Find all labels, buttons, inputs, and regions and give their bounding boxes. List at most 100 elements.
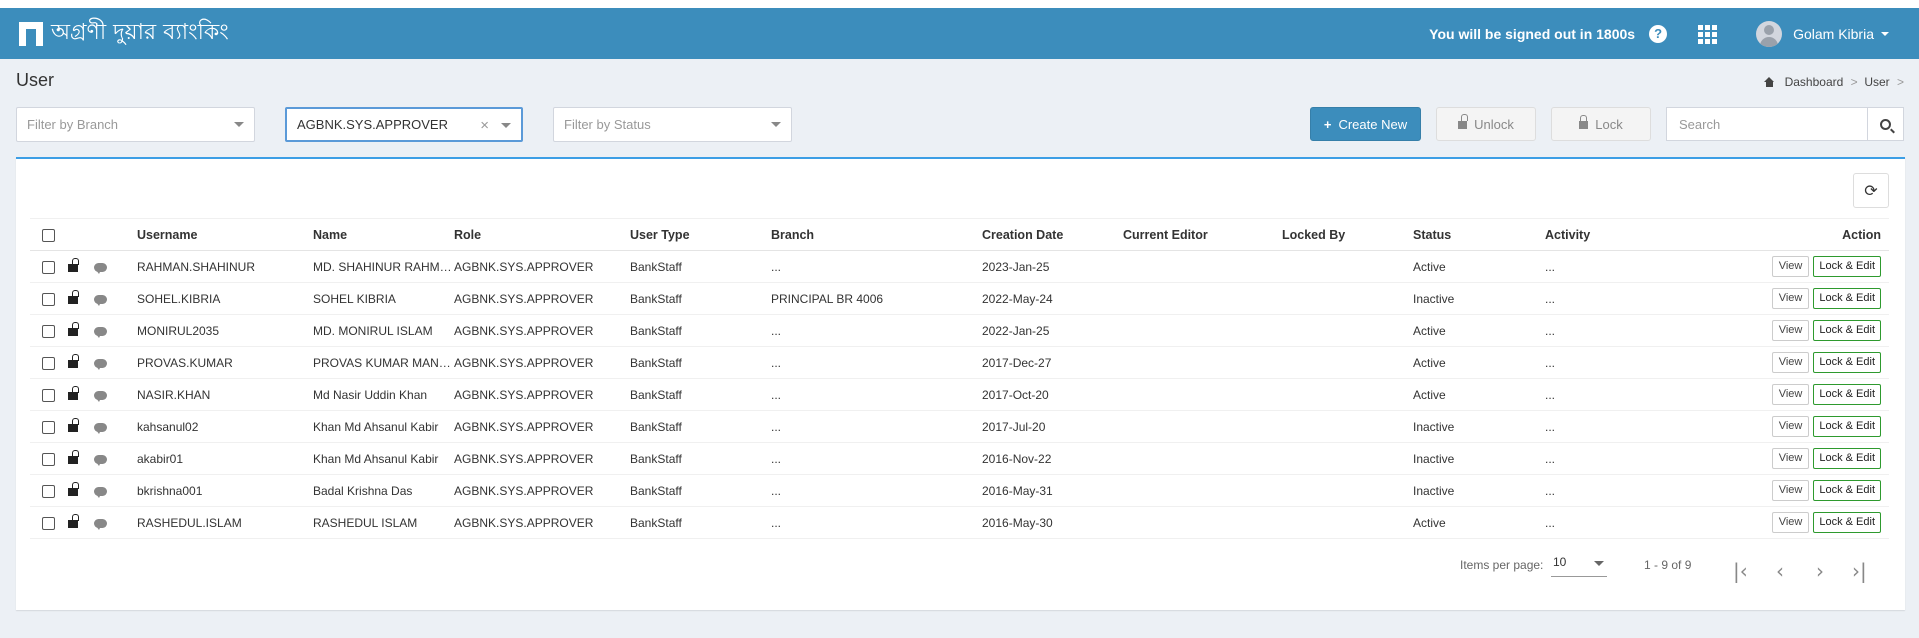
lock-edit-button[interactable]: Lock & Edit — [1813, 416, 1881, 437]
col-current-editor[interactable]: Current Editor — [1123, 218, 1282, 251]
row-checkbox[interactable] — [42, 356, 55, 370]
table-row: SOHEL.KIBRIA SOHEL KIBRIA AGBNK.SYS.APPROV… — [30, 282, 1889, 315]
col-user-type[interactable]: User Type — [630, 218, 771, 251]
unlock-icon[interactable] — [68, 450, 79, 465]
lock-edit-button[interactable]: Lock & Edit — [1813, 384, 1881, 405]
comment-icon[interactable] — [94, 518, 107, 530]
breadcrumb-dashboard[interactable]: Dashboard — [1785, 75, 1844, 89]
refresh-button[interactable]: ⟳ — [1853, 173, 1889, 208]
row-checkbox[interactable] — [42, 292, 55, 306]
row-checkbox[interactable] — [42, 324, 55, 338]
last-page-icon[interactable]: ›| — [1852, 561, 1867, 581]
breadcrumb-separator: > — [1847, 75, 1865, 89]
table-row: RASHEDUL.ISLAM RASHEDUL ISLAM AGBNK.SYS.AP… — [30, 506, 1889, 539]
comment-icon[interactable] — [94, 422, 107, 434]
branch-filter-placeholder: Filter by Branch — [27, 117, 119, 132]
row-checkbox[interactable] — [42, 260, 55, 274]
lock-edit-button[interactable]: Lock & Edit — [1813, 320, 1881, 341]
create-new-button[interactable]: + Create New — [1310, 107, 1421, 141]
cell-branch: ... — [771, 410, 982, 443]
col-activity[interactable]: Activity — [1545, 218, 1728, 251]
view-button[interactable]: View — [1771, 480, 1810, 501]
next-page-icon[interactable]: › — [1816, 561, 1824, 581]
col-role[interactable]: Role — [454, 218, 630, 251]
avatar — [1756, 20, 1783, 47]
page-title: User — [16, 70, 55, 90]
user-menu[interactable]: Golam Kibria — [1756, 20, 1889, 47]
lock-edit-button[interactable]: Lock & Edit — [1813, 256, 1881, 277]
col-creation-date[interactable]: Creation Date — [982, 218, 1123, 251]
help-icon[interactable]: ? — [1649, 24, 1668, 43]
cell-role: AGBNK.SYS.APPROVER — [454, 410, 630, 443]
comment-icon[interactable] — [94, 486, 107, 498]
unlock-icon[interactable] — [68, 322, 79, 337]
view-button[interactable]: View — [1771, 512, 1810, 533]
view-button[interactable]: View — [1771, 352, 1810, 373]
clear-icon[interactable]: × — [480, 117, 489, 134]
row-checkbox[interactable] — [42, 452, 55, 466]
cell-current-editor — [1123, 474, 1282, 507]
brand-name: অগ্রণী দুয়ার ব্যাংকিং — [51, 20, 229, 45]
cell-activity: ... — [1545, 410, 1728, 443]
cell-branch: ... — [771, 442, 982, 475]
role-filter-select[interactable]: AGBNK.SYS.APPROVER × — [285, 107, 523, 142]
lock-edit-button[interactable]: Lock & Edit — [1813, 352, 1881, 373]
cell-creation-date: 2016-May-31 — [982, 474, 1123, 507]
comment-icon[interactable] — [94, 454, 107, 466]
view-button[interactable]: View — [1771, 256, 1810, 277]
view-button[interactable]: View — [1771, 384, 1810, 405]
comment-icon[interactable] — [94, 390, 107, 402]
view-button[interactable]: View — [1771, 416, 1810, 437]
search-input[interactable] — [1667, 108, 1867, 140]
first-page-icon[interactable]: |‹ — [1733, 561, 1748, 581]
items-per-page-select[interactable]: 10 — [1551, 555, 1607, 577]
col-branch[interactable]: Branch — [771, 218, 982, 251]
table-row: bkrishna001 Badal Krishna Das AGBNK.SYS.AP… — [30, 474, 1889, 507]
lock-button[interactable]: Lock — [1551, 107, 1651, 141]
col-username[interactable]: Username — [137, 218, 313, 251]
comment-icon[interactable] — [94, 358, 107, 370]
row-checkbox[interactable] — [42, 484, 55, 498]
row-checkbox[interactable] — [42, 420, 55, 434]
unlock-button[interactable]: Unlock — [1436, 107, 1536, 141]
unlock-icon[interactable] — [68, 386, 79, 401]
status-filter-select[interactable]: Filter by Status — [553, 107, 792, 142]
prev-page-icon[interactable]: ‹ — [1776, 561, 1784, 581]
cell-creation-date: 2017-Oct-20 — [982, 378, 1123, 411]
unlock-icon[interactable] — [68, 354, 79, 369]
comment-icon[interactable] — [94, 262, 107, 274]
view-button[interactable]: View — [1771, 448, 1810, 469]
col-status[interactable]: Status — [1413, 218, 1545, 251]
apps-grid-icon[interactable] — [1698, 24, 1718, 44]
lock-edit-button[interactable]: Lock & Edit — [1813, 512, 1881, 533]
cell-name: Md Nasir Uddin Khan — [313, 378, 454, 411]
col-locked-by[interactable]: Locked By — [1282, 218, 1413, 251]
view-button[interactable]: View — [1771, 320, 1810, 341]
unlock-icon[interactable] — [68, 418, 79, 433]
view-button[interactable]: View — [1771, 288, 1810, 309]
comment-icon[interactable] — [94, 326, 107, 338]
brand[interactable]: অগ্রণী দুয়ার ব্যাংকিং — [19, 15, 229, 52]
breadcrumb-separator: > — [1893, 75, 1904, 89]
lock-edit-button[interactable]: Lock & Edit — [1813, 480, 1881, 501]
unlock-icon[interactable] — [68, 290, 79, 305]
search-button[interactable] — [1867, 108, 1903, 140]
branch-filter-select[interactable]: Filter by Branch — [16, 107, 255, 142]
cell-name: Khan Md Ahsanul Kabir — [313, 410, 454, 443]
select-all-checkbox[interactable] — [42, 228, 55, 242]
row-checkbox[interactable] — [42, 388, 55, 402]
cell-status: Inactive — [1413, 410, 1545, 443]
unlock-icon[interactable] — [68, 514, 79, 529]
lock-edit-button[interactable]: Lock & Edit — [1813, 448, 1881, 469]
unlock-icon[interactable] — [68, 258, 79, 273]
cell-current-editor — [1123, 378, 1282, 411]
col-name[interactable]: Name — [313, 218, 454, 251]
cell-branch: ... — [771, 314, 982, 347]
unlock-icon[interactable] — [68, 482, 79, 497]
comment-icon[interactable] — [94, 294, 107, 306]
cell-user-type: BankStaff — [630, 442, 771, 475]
lock-edit-button[interactable]: Lock & Edit — [1813, 288, 1881, 309]
cell-username: RASHEDUL.ISLAM — [137, 506, 313, 539]
cell-user-type: BankStaff — [630, 474, 771, 507]
row-checkbox[interactable] — [42, 516, 55, 530]
